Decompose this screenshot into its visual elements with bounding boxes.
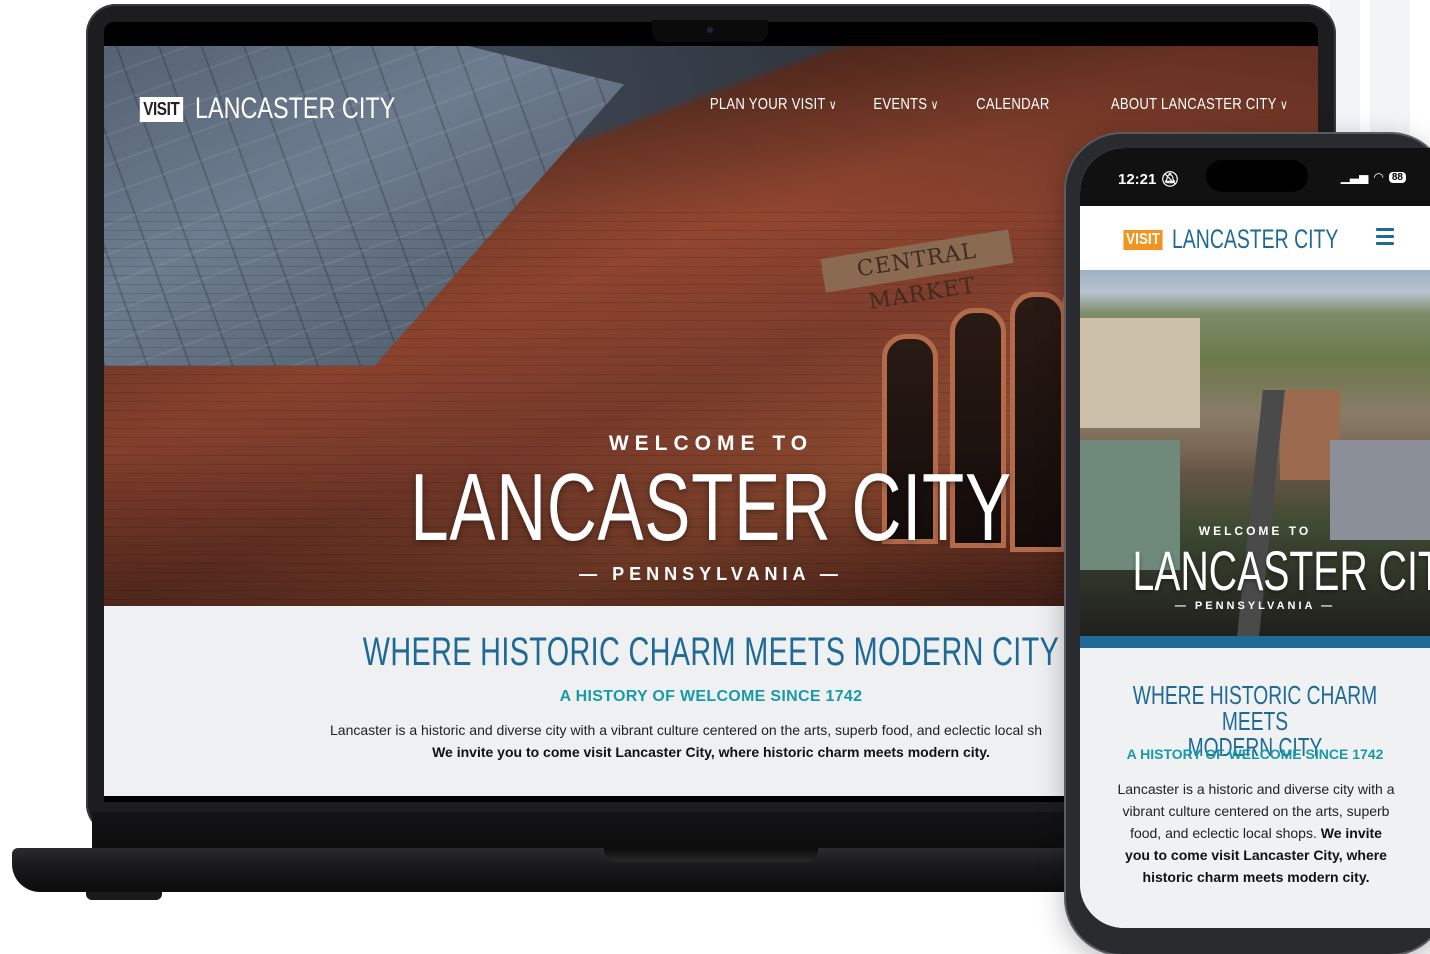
signal-icon: ▁▃▅ <box>1340 170 1369 184</box>
mobile-logo-badge: VISIT <box>1123 229 1163 250</box>
dynamic-island <box>1206 160 1308 192</box>
nav-plan-your-visit[interactable]: PLAN YOUR VISIT ∨ <box>710 96 837 114</box>
mobile-header: VISIT LANCASTER CITY <box>1080 206 1430 270</box>
camera-icon <box>707 27 713 33</box>
status-bar: 12:21 🔕︎ ▁▃▅ ◠ 88 <box>1080 148 1430 206</box>
logo-text: LANCASTER CITY <box>194 92 395 125</box>
wifi-icon: ◠ <box>1373 170 1384 184</box>
mobile-intro-subheadline: A HISTORY OF WELCOME SINCE 1742 <box>1126 746 1384 762</box>
hamburger-menu-icon[interactable] <box>1376 228 1394 249</box>
chevron-down-icon: ∨ <box>828 97 837 112</box>
nav-about[interactable]: ABOUT LANCASTER CITY ∨ <box>1111 96 1288 114</box>
nav-label: EVENTS <box>873 96 928 113</box>
main-nav: PLAN YOUR VISIT ∨ EVENTS ∨ CALENDAR ABOU… <box>682 96 1288 114</box>
nav-calendar[interactable]: CALENDAR <box>977 96 1050 114</box>
mobile-intro-section: WHERE HISTORIC CHARM MEETS MODERN CITY A… <box>1080 648 1430 928</box>
hero-title: LANCASTER CITY <box>410 454 1012 561</box>
laptop-opening-groove <box>604 848 818 862</box>
mobile-logo[interactable]: VISIT LANCASTER CITY <box>1120 224 1403 255</box>
intro-headline: WHERE HISTORIC CHARM MEETS MODERN CITY <box>362 630 1060 674</box>
mobile-logo-text: LANCASTER CITY <box>1172 224 1339 254</box>
site-logo[interactable]: VISIT LANCASTER CITY <box>136 92 451 126</box>
laptop-notch <box>652 20 768 42</box>
laptop-foot <box>86 892 162 900</box>
hero-building <box>1080 318 1200 428</box>
nav-label: PLAN YOUR VISIT <box>709 96 826 113</box>
nav-label: CALENDAR <box>976 96 1050 113</box>
hero-state: — PENNSYLVANIA — <box>579 564 843 584</box>
mobile-intro-body: Lancaster is a historic and diverse city… <box>1117 781 1395 885</box>
status-icons: ▁▃▅ ◠ 88 <box>1341 170 1406 184</box>
chevron-down-icon: ∨ <box>930 97 939 112</box>
laptop-hinge <box>92 812 1082 850</box>
mobile-hero-state: — PENNSYLVANIA — <box>1174 600 1336 612</box>
chevron-down-icon: ∨ <box>1279 97 1288 112</box>
silent-bell-icon: 🔕︎ <box>1160 171 1180 188</box>
mobile-accent-bar <box>1080 636 1430 648</box>
battery-icon: 88 <box>1388 171 1406 183</box>
hero-welcome: WELCOME TO <box>608 432 814 455</box>
status-time: 12:21 🔕︎ <box>1118 171 1180 188</box>
nav-events[interactable]: EVENTS ∨ <box>873 96 938 114</box>
nav-label: ABOUT LANCASTER CITY <box>1110 96 1277 113</box>
laptop-base <box>12 848 1092 892</box>
logo-badge: VISIT <box>139 96 183 122</box>
